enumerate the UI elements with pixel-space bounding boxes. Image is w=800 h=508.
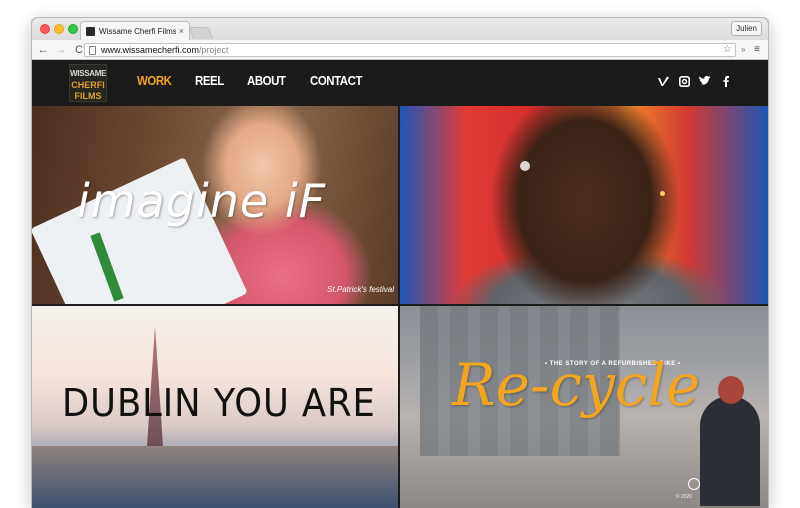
browser-menu-icon[interactable]: ≡ <box>754 43 760 57</box>
close-window-button[interactable] <box>40 24 50 34</box>
buildings-graphic <box>32 446 398 508</box>
twitter-icon[interactable] <box>699 75 711 87</box>
project-tile-imagine-if[interactable]: imagine iF St.Patrick's festival <box>32 106 398 304</box>
tab-strip: Wissame Cherfi Films × Julien <box>32 18 768 41</box>
page-icon <box>89 45 96 55</box>
project-title: DUBLIN YOU ARE <box>62 381 376 425</box>
teardrop-graphic <box>520 161 530 171</box>
tab-title: Wissame Cherfi Films <box>99 27 176 36</box>
logo-line-2: CHERFI <box>71 80 105 90</box>
maximize-window-button[interactable] <box>68 24 78 34</box>
extensions-overflow-icon[interactable]: » <box>741 43 745 57</box>
url-domain: www.wissamecherfi.com <box>101 45 200 55</box>
browser-window: Wissame Cherfi Films × Julien ← → C www.… <box>32 18 768 508</box>
nav-about[interactable]: ABOUT <box>247 73 286 88</box>
logo-line-1: WISSAME <box>70 69 107 78</box>
facebook-icon[interactable] <box>720 75 732 87</box>
nav-work[interactable]: WORK <box>137 73 172 88</box>
festival-badge: St.Patrick's festival <box>327 285 394 294</box>
address-bar[interactable]: www.wissamecherfi.com/project ☆ <box>84 43 736 57</box>
profile-button[interactable]: Julien <box>731 21 762 36</box>
browser-toolbar: ← → C www.wissamecherfi.com/project ☆ » … <box>32 40 768 60</box>
project-tile-portrait[interactable] <box>400 106 768 304</box>
project-tile-dublin-you-are[interactable]: DUBLIN YOU ARE <box>32 306 398 508</box>
forward-button[interactable]: → <box>54 43 68 57</box>
new-tab-button[interactable] <box>188 27 214 39</box>
project-title: imagine iF <box>77 174 327 228</box>
tab-close-icon[interactable]: × <box>179 27 184 36</box>
url-text: www.wissamecherfi.com/project <box>101 45 229 55</box>
bookmark-star-icon[interactable]: ☆ <box>723 44 732 56</box>
site-logo[interactable]: WISSAME CHERFI FILMS <box>69 64 107 102</box>
vimeo-icon[interactable] <box>657 75 669 87</box>
social-links <box>648 75 732 87</box>
minimize-window-button[interactable] <box>54 24 64 34</box>
project-grid: imagine iF St.Patrick's festival DUBLIN … <box>32 106 768 508</box>
earring-graphic <box>660 191 665 196</box>
studio-logo-icon <box>688 478 700 490</box>
cyclist-graphic <box>700 396 760 506</box>
project-title: Re-cycle <box>452 351 701 419</box>
nav-contact[interactable]: CONTACT <box>310 73 362 88</box>
browser-tab[interactable]: Wissame Cherfi Films × <box>80 21 190 41</box>
project-credit: © 2020 <box>675 494 692 500</box>
back-button[interactable]: ← <box>36 43 50 57</box>
nav-reel[interactable]: REEL <box>195 73 224 88</box>
project-tile-re-cycle[interactable]: • THE STORY OF A REFURBISHED BIKE • Re-c… <box>400 306 768 508</box>
main-nav: WORK REEL ABOUT CONTACT <box>137 73 388 88</box>
cyclist-helmet-graphic <box>718 376 744 404</box>
instagram-icon[interactable] <box>678 75 690 87</box>
url-path: /project <box>199 45 229 55</box>
favicon-icon <box>86 27 95 36</box>
site-header: WISSAME CHERFI FILMS WORK REEL ABOUT CON… <box>32 60 768 106</box>
logo-line-3: FILMS <box>74 91 102 101</box>
